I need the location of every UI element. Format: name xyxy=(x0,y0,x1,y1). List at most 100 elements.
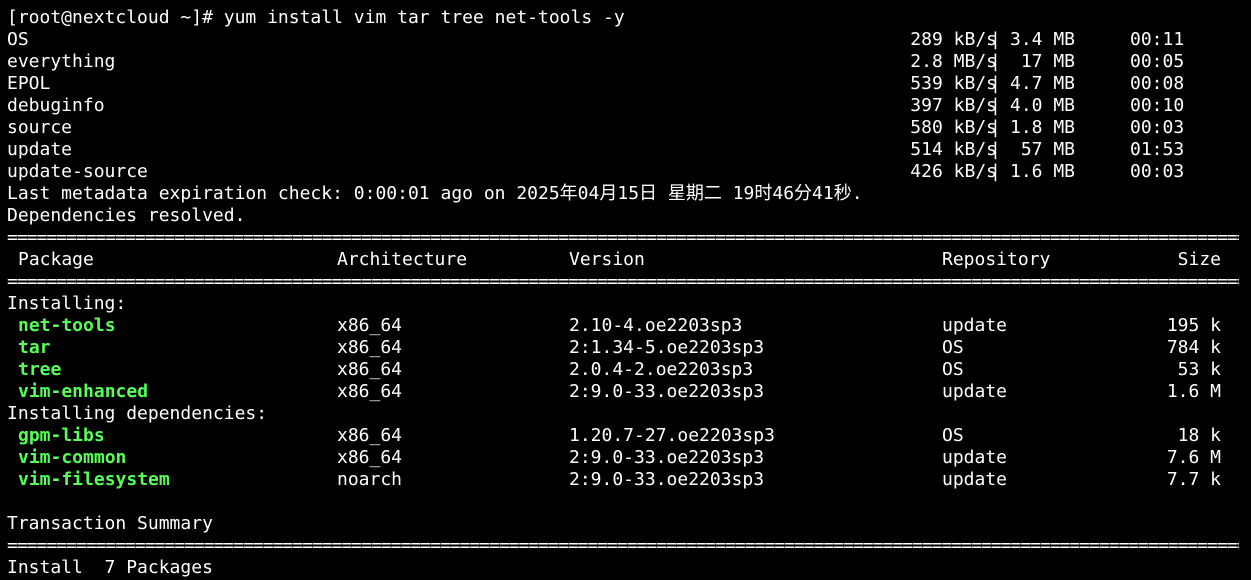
repo-name: debuginfo xyxy=(7,95,105,116)
repo-pipe: | xyxy=(990,29,1001,50)
repo-name: source xyxy=(7,117,73,138)
package-repo: OS xyxy=(942,359,964,380)
repo-speed: 289 kB/s xyxy=(910,29,997,50)
repo-name: everything xyxy=(7,51,116,72)
repo-line: source 580 kB/s | 1.8 MB 00:03 xyxy=(7,117,1251,139)
package-repo: OS xyxy=(942,425,964,446)
repo-size: 57 MB xyxy=(1010,139,1076,160)
header-version: Version xyxy=(569,249,645,270)
package-size: 7.7 k xyxy=(1166,469,1221,490)
command-line: [root@nextcloud ~]# yum install vim tar … xyxy=(7,7,625,28)
repo-line: EPOL 539 kB/s | 4.7 MB 00:08 xyxy=(7,73,1251,95)
header-arch: Architecture xyxy=(337,249,468,270)
separator-line: ========================================… xyxy=(7,227,1239,248)
repo-speed: 2.8 MB/s xyxy=(910,51,997,72)
package-arch: x86_64 xyxy=(337,359,403,380)
repo-time: 00:08 xyxy=(1130,73,1185,94)
repo-time: 00:11 xyxy=(1130,29,1185,50)
repo-name: EPOL xyxy=(7,73,51,94)
package-version: 2.0.4-2.oe2203sp3 xyxy=(569,359,754,380)
repo-time: 01:53 xyxy=(1130,139,1185,160)
repo-time: 00:10 xyxy=(1130,95,1185,116)
package-version: 2:9.0-33.oe2203sp3 xyxy=(569,381,765,402)
repo-speed: 397 kB/s xyxy=(910,95,997,116)
repo-pipe: | xyxy=(990,51,1001,72)
separator-line: ========================================… xyxy=(7,271,1239,292)
repo-speed: 514 kB/s xyxy=(910,139,997,160)
package-arch: x86_64 xyxy=(337,447,403,468)
repo-line: update-source 426 kB/s | 1.6 MB 00:03 xyxy=(7,161,1251,183)
repo-pipe: | xyxy=(990,73,1001,94)
deps-resolved-line: Dependencies resolved. xyxy=(7,205,246,226)
package-name: tar xyxy=(18,337,51,358)
repo-time: 00:05 xyxy=(1130,51,1185,72)
repo-time: 00:03 xyxy=(1130,161,1185,182)
package-version: 2:9.0-33.oe2203sp3 xyxy=(569,447,765,468)
package-repo: OS xyxy=(942,337,964,358)
table-row: tree x86_64 2.0.4-2.oe2203sp3 OS 53 k xyxy=(7,359,1251,381)
header-package: Package xyxy=(18,249,94,270)
package-size: 53 k xyxy=(1177,359,1221,380)
package-size: 1.6 M xyxy=(1166,381,1221,402)
package-name: net-tools xyxy=(18,315,116,336)
deps-label: Installing dependencies: xyxy=(7,403,268,424)
package-name: gpm-libs xyxy=(18,425,105,446)
repo-size: 3.4 MB xyxy=(1010,29,1076,50)
header-repo: Repository xyxy=(942,249,1051,270)
table-row: gpm-libs x86_64 1.20.7-27.oe2203sp3 OS 1… xyxy=(7,425,1251,447)
metadata-check-line: Last metadata expiration check: 0:00:01 … xyxy=(7,183,863,204)
package-arch: x86_64 xyxy=(337,337,403,358)
repo-speed: 580 kB/s xyxy=(910,117,997,138)
repo-time: 00:03 xyxy=(1130,117,1185,138)
package-size: 18 k xyxy=(1177,425,1221,446)
repo-pipe: | xyxy=(990,139,1001,160)
repo-line: OS 289 kB/s | 3.4 MB 00:11 xyxy=(7,29,1251,51)
repo-speed: 426 kB/s xyxy=(910,161,997,182)
separator-line: ========================================… xyxy=(7,535,1239,556)
install-summary-line: Install 7 Packages xyxy=(7,557,213,578)
repo-size: 1.6 MB xyxy=(1010,161,1076,182)
package-version: 2.10-4.oe2203sp3 xyxy=(569,315,743,336)
package-version: 1.20.7-27.oe2203sp3 xyxy=(569,425,775,446)
repo-line: debuginfo 397 kB/s | 4.0 MB 00:10 xyxy=(7,95,1251,117)
package-size: 195 k xyxy=(1166,315,1221,336)
package-version: 2:9.0-33.oe2203sp3 xyxy=(569,469,765,490)
repo-pipe: | xyxy=(990,95,1001,116)
table-row: vim-filesystem noarch 2:9.0-33.oe2203sp3… xyxy=(7,469,1251,491)
repo-pipe: | xyxy=(990,161,1001,182)
package-repo: update xyxy=(942,469,1008,490)
table-row: vim-common x86_64 2:9.0-33.oe2203sp3 upd… xyxy=(7,447,1251,469)
repo-name: update-source xyxy=(7,161,148,182)
repo-speed: 539 kB/s xyxy=(910,73,997,94)
transaction-summary-label: Transaction Summary xyxy=(7,513,213,534)
repo-size: 1.8 MB xyxy=(1010,117,1076,138)
repo-name: update xyxy=(7,139,73,160)
package-name: vim-enhanced xyxy=(18,381,149,402)
package-arch: x86_64 xyxy=(337,425,403,446)
package-name: vim-common xyxy=(18,447,127,468)
package-repo: update xyxy=(942,447,1008,468)
table-header: Package Architecture Version Repository … xyxy=(7,249,1251,271)
terminal-window[interactable]: [root@nextcloud ~]# yum install vim tar … xyxy=(0,0,1251,580)
table-row: vim-enhanced x86_64 2:9.0-33.oe2203sp3 u… xyxy=(7,381,1251,403)
table-row: net-tools x86_64 2.10-4.oe2203sp3 update… xyxy=(7,315,1251,337)
repo-pipe: | xyxy=(990,117,1001,138)
repo-name: OS xyxy=(7,29,29,50)
package-repo: update xyxy=(942,315,1008,336)
repo-size: 4.0 MB xyxy=(1010,95,1076,116)
repo-size: 17 MB xyxy=(1010,51,1076,72)
repo-line: everything 2.8 MB/s | 17 MB 00:05 xyxy=(7,51,1251,73)
package-arch: x86_64 xyxy=(337,315,403,336)
package-arch: x86_64 xyxy=(337,381,403,402)
package-arch: noarch xyxy=(337,469,403,490)
package-size: 784 k xyxy=(1166,337,1221,358)
package-name: vim-filesystem xyxy=(18,469,170,490)
header-size: Size xyxy=(1177,249,1221,270)
package-repo: update xyxy=(942,381,1008,402)
package-name: tree xyxy=(18,359,62,380)
installing-label: Installing: xyxy=(7,293,127,314)
repo-size: 4.7 MB xyxy=(1010,73,1076,94)
package-version: 2:1.34-5.oe2203sp3 xyxy=(569,337,765,358)
package-size: 7.6 M xyxy=(1166,447,1221,468)
